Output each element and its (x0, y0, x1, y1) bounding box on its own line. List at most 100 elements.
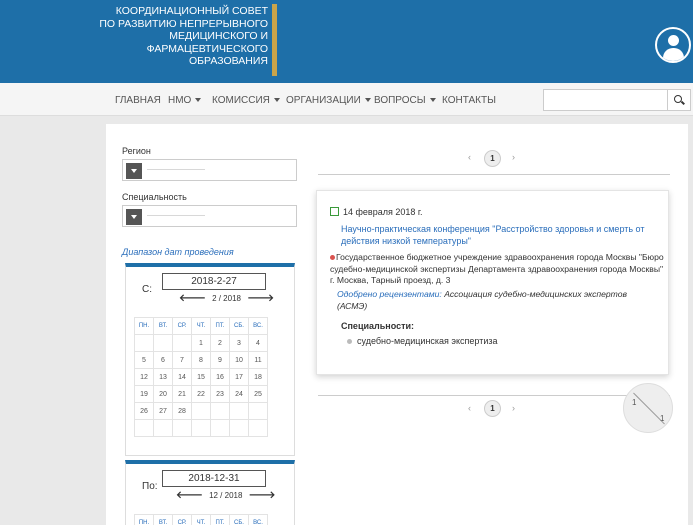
search-input[interactable] (543, 89, 668, 111)
specialty-label: Специальность (122, 192, 187, 202)
calendar-icon (330, 207, 339, 216)
day-cell[interactable]: 5 (134, 351, 154, 369)
nav-item-nmo[interactable]: НМО (168, 95, 202, 106)
arrow-left-icon[interactable]: 🡐 (176, 490, 203, 501)
day-cell[interactable]: 25 (248, 385, 268, 403)
from-month-nav: 🡐 2 / 2018 🡒 (179, 293, 275, 304)
current-page[interactable]: 1 (484, 150, 501, 167)
nav-item-commission[interactable]: КОМИССИЯ (212, 95, 280, 106)
day-cell[interactable] (134, 334, 154, 352)
day-cell[interactable] (248, 402, 268, 420)
to-label: По: (142, 481, 158, 492)
day-cell[interactable]: 2 (210, 334, 230, 352)
prev-page-button[interactable]: ‹ (468, 403, 471, 413)
day-cell[interactable]: 21 (172, 385, 192, 403)
day-cell[interactable] (191, 419, 211, 437)
arrow-right-icon[interactable]: 🡒 (247, 293, 274, 304)
logo-line: ФАРМАЦЕВТИЧЕСКОГО (146, 42, 268, 55)
page-counter-badge: 1 1 (623, 383, 673, 433)
week-row: 12 13 14 15 16 17 18 (134, 368, 268, 386)
day-cell[interactable]: 24 (229, 385, 249, 403)
day-cell[interactable] (153, 334, 173, 352)
nav-item-contacts[interactable]: КОНТАКТЫ (442, 95, 496, 106)
day-cell[interactable] (229, 419, 249, 437)
day-cell[interactable] (210, 402, 230, 420)
logo-accent-bar (272, 4, 277, 76)
event-title-link[interactable]: Научно-практическая конференция "Расстро… (341, 224, 659, 247)
to-month-nav: 🡐 12 / 2018 🡒 (176, 490, 276, 501)
user-icon[interactable] (655, 27, 691, 63)
logo-line: ПО РАЗВИТИЮ НЕПРЕРЫВНОГО (99, 17, 268, 30)
current-page[interactable]: 1 (484, 400, 501, 417)
specialty-select[interactable]: ----------------------------- (122, 205, 297, 227)
page-current: 1 (632, 398, 637, 407)
calendar-from: С: 2018-2-27 🡐 2 / 2018 🡒 ПН. ВТ. СР. ЧТ… (125, 263, 295, 456)
event-organization: Государственное бюджетное учреждение здр… (330, 252, 664, 285)
week-row: 19 20 21 22 23 24 25 (134, 385, 268, 403)
specialties-label: Специальности: (341, 321, 415, 331)
day-cell[interactable]: 8 (191, 351, 211, 369)
day-cell[interactable]: 14 (172, 368, 192, 386)
arrow-left-icon[interactable]: 🡐 (179, 293, 206, 304)
day-cell[interactable]: 15 (191, 368, 211, 386)
chevron-down-icon (126, 209, 142, 225)
day-cell[interactable]: 16 (210, 368, 230, 386)
day-cell[interactable]: 17 (229, 368, 249, 386)
day-cell[interactable]: 22 (191, 385, 211, 403)
day-cell[interactable]: 10 (229, 351, 249, 369)
nav-item-organizations[interactable]: ОРГАНИЗАЦИИ (286, 95, 371, 106)
event-card: 14 февраля 2018 г. Научно-практическая к… (316, 190, 669, 375)
nav-item-home[interactable]: ГЛАВНАЯ (115, 95, 161, 106)
week-row: 26 27 28 (134, 402, 268, 420)
week-row: 5 6 7 8 9 10 11 (134, 351, 268, 369)
week-row (134, 419, 268, 437)
day-cell[interactable]: 27 (153, 402, 173, 420)
day-cell[interactable]: 1 (191, 334, 211, 352)
next-page-button[interactable]: › (512, 152, 515, 162)
day-cell[interactable]: 20 (153, 385, 173, 403)
to-date-input[interactable]: 2018-12-31 (162, 470, 266, 487)
prev-page-button[interactable]: ‹ (468, 152, 471, 162)
day-cell[interactable]: 11 (248, 351, 268, 369)
day-cell[interactable] (248, 419, 268, 437)
day-cell[interactable] (172, 419, 192, 437)
day-cell[interactable]: 23 (210, 385, 230, 403)
from-calendar-grid: ПН. ВТ. СР. ЧТ. ПТ. СБ. ВС. 1 2 3 4 5 6 … (134, 317, 268, 437)
caret-down-icon (273, 98, 280, 103)
logo-line: КООРДИНАЦИОННЫЙ СОВЕТ (115, 5, 268, 17)
day-cell[interactable]: 18 (248, 368, 268, 386)
nav-item-questions[interactable]: ВОПРОСЫ (374, 95, 436, 106)
day-cell[interactable]: 7 (172, 351, 192, 369)
search-button[interactable] (668, 89, 691, 111)
day-cell[interactable]: 9 (210, 351, 230, 369)
approved-label: Одобрено рецензентами: (337, 289, 442, 299)
day-cell[interactable]: 13 (153, 368, 173, 386)
day-cell[interactable]: 4 (248, 334, 268, 352)
divider (318, 395, 670, 396)
day-cell[interactable] (191, 402, 211, 420)
day-cell[interactable]: 12 (134, 368, 154, 386)
page-total: 1 (660, 414, 665, 423)
day-cell[interactable] (210, 419, 230, 437)
day-cell[interactable] (153, 419, 173, 437)
bullet-icon (347, 339, 352, 345)
from-date-input[interactable]: 2018-2-27 (162, 273, 266, 290)
next-page-button[interactable]: › (512, 403, 515, 413)
weekday-row: ПН. ВТ. СР. ЧТ. ПТ. СБ. ВС. (134, 514, 268, 525)
logo-line: ОБРАЗОВАНИЯ (188, 55, 268, 67)
caret-down-icon (429, 98, 436, 103)
arrow-right-icon[interactable]: 🡒 (249, 490, 276, 501)
day-cell[interactable] (229, 402, 249, 420)
day-cell[interactable]: 3 (229, 334, 249, 352)
calendar-to: По: 2018-12-31 🡐 12 / 2018 🡒 ПН. ВТ. СР.… (125, 460, 295, 525)
day-cell[interactable] (172, 334, 192, 352)
day-cell[interactable] (134, 419, 154, 437)
day-cell[interactable]: 19 (134, 385, 154, 403)
day-cell[interactable]: 6 (153, 351, 173, 369)
site-logo[interactable]: КООРДИНАЦИОННЫЙ СОВЕТ ПО РАЗВИТИЮ НЕПРЕР… (98, 5, 268, 68)
region-select[interactable]: ----------------------------- (122, 159, 297, 181)
day-cell[interactable]: 26 (134, 402, 154, 420)
caret-down-icon (195, 98, 202, 103)
day-cell[interactable]: 28 (172, 402, 192, 420)
caret-down-icon (364, 98, 371, 103)
